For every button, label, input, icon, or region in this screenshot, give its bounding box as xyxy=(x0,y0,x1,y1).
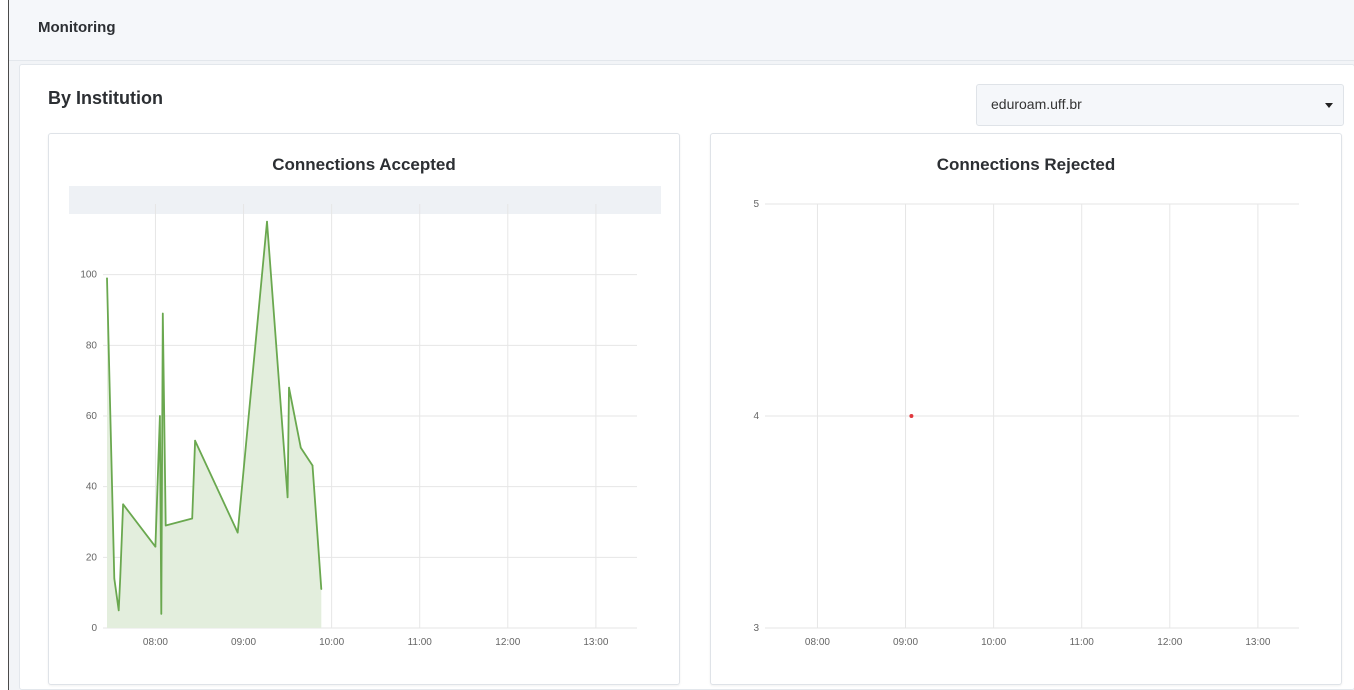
y-tick-label: 40 xyxy=(86,482,98,493)
monitoring-card: By Institution eduroam.uff.br Connection… xyxy=(19,64,1354,690)
x-tick-label: 09:00 xyxy=(231,637,256,648)
x-tick-label: 12:00 xyxy=(1157,637,1182,648)
y-tick-label: 5 xyxy=(753,199,759,210)
accepted-data-point xyxy=(154,545,157,548)
accepted-data-point xyxy=(113,577,116,580)
institution-select[interactable]: eduroam.uff.br xyxy=(976,84,1344,126)
y-tick-label: 0 xyxy=(91,623,97,634)
accepted-data-point xyxy=(299,447,302,449)
y-tick-label: 3 xyxy=(753,623,759,634)
x-tick-label: 11:00 xyxy=(1070,637,1095,648)
x-tick-label: 12:00 xyxy=(495,637,520,648)
legend-band xyxy=(69,186,661,214)
accepted-data-point xyxy=(320,588,323,590)
top-bar: Monitoring xyxy=(9,0,1354,61)
rejected-chart-panel: Connections Rejected 3 4 5 08:00 09:00 10:00 1… xyxy=(710,133,1342,685)
x-tick-label: 13:00 xyxy=(1245,637,1270,648)
x-tick-label: 10:00 xyxy=(319,637,344,648)
rejected-chart: 3 4 5 08:00 09:00 10:00 11:00 12:00 13:00 xyxy=(753,199,1299,648)
y-tick-label: 60 xyxy=(86,411,98,422)
accepted-data-point xyxy=(106,277,108,279)
accepted-data-point xyxy=(266,220,268,223)
y-tick-label: 100 xyxy=(80,270,97,281)
y-tick-label: 80 xyxy=(86,340,98,351)
section-title: By Institution xyxy=(48,88,163,108)
accepted-data-point xyxy=(160,613,163,615)
accepted-data-point xyxy=(286,496,289,499)
accepted-chart-panel: Connections Accepted 0 20 40 60 80 100 08:00 09… xyxy=(48,133,680,685)
page-title: Monitoring xyxy=(38,19,116,36)
accepted-data-point xyxy=(122,503,124,506)
accepted-data-point xyxy=(236,531,239,534)
x-tick-label: 09:00 xyxy=(893,637,918,648)
y-tick-label: 4 xyxy=(753,411,759,422)
accepted-data-point xyxy=(119,577,122,580)
accepted-data-point xyxy=(117,609,120,612)
accepted-data-point xyxy=(191,517,193,520)
rejected-data-point xyxy=(909,414,914,418)
x-tick-label: 08:00 xyxy=(143,637,168,648)
accepted-chart: 0 20 40 60 80 100 08:00 09:00 10:00 11:00 12:00 13:… xyxy=(69,186,661,648)
institution-select-value: eduroam.uff.br xyxy=(991,96,1082,112)
y-tick-label: 20 xyxy=(86,552,98,563)
accepted-data-point xyxy=(288,386,290,389)
x-tick-label: 13:00 xyxy=(583,637,608,648)
accepted-data-point xyxy=(194,439,196,442)
x-tick-label: 10:00 xyxy=(981,637,1006,648)
accepted-data-point xyxy=(164,524,167,527)
x-tick-label: 11:00 xyxy=(408,637,433,648)
accepted-data-point xyxy=(159,415,161,417)
accepted-data-point xyxy=(161,312,164,315)
x-tick-label: 08:00 xyxy=(805,637,830,648)
accepted-data-point xyxy=(311,464,314,467)
app-frame: Monitoring By Institution eduroam.uff.br… xyxy=(8,0,1354,690)
caret-down-icon xyxy=(1325,103,1333,108)
